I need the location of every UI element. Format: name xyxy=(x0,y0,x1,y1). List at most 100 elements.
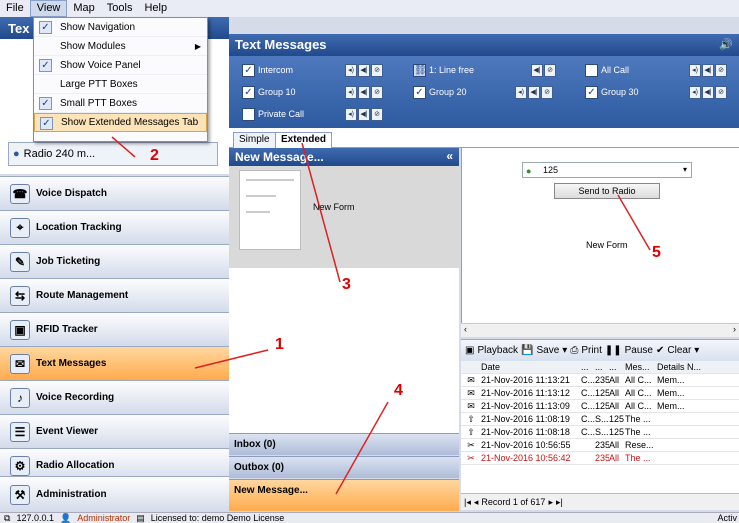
horizontal-scrollbar[interactable]: ‹ › xyxy=(461,323,739,337)
column-header[interactable]: ... xyxy=(595,362,609,372)
nav-administration[interactable]: ⚒ Administration xyxy=(0,476,229,512)
nav-voice-dispatch[interactable]: ☎ Voice Dispatch xyxy=(0,176,229,210)
form-thumbnail[interactable] xyxy=(239,170,301,250)
nav-label: Administration xyxy=(36,489,107,500)
nav-label: RFID Tracker xyxy=(36,324,98,335)
nav-rfid-tracker[interactable]: ▣ RFID Tracker xyxy=(0,312,229,346)
talkgroup-controls[interactable]: ◂) ◀| ⊘ xyxy=(345,108,383,121)
checkbox[interactable]: ✓ xyxy=(242,85,255,99)
tab-simple[interactable]: Simple xyxy=(233,132,276,148)
playback-button[interactable]: Playback xyxy=(477,345,518,356)
table-cell: The ... xyxy=(625,453,651,463)
map-icon: ⌖ xyxy=(10,217,30,238)
talkgroup-controls[interactable]: ◂) ◀| ⊘ xyxy=(689,64,727,77)
nav-text-messages[interactable]: ✉ Text Messages xyxy=(0,346,229,380)
talkgroup-label: Intercom xyxy=(258,65,294,75)
speaker-icon[interactable]: 🔊 xyxy=(719,38,733,51)
checkbox[interactable] xyxy=(585,63,598,77)
pause-button[interactable]: Pause xyxy=(625,345,653,356)
table-cell: Rese... xyxy=(625,440,654,450)
talkgroup-controls[interactable]: ◀| ⊘ xyxy=(531,64,556,77)
message-type-icon: ✉ xyxy=(467,400,475,411)
menu-map[interactable]: Map xyxy=(67,0,100,17)
status-user: Administrator xyxy=(77,513,131,523)
talkgroup-private-call[interactable]: Private Call xyxy=(242,106,304,122)
column-header[interactable]: ... xyxy=(609,362,625,372)
talkgroup-group-30[interactable]: ✓ Group 30 xyxy=(585,84,639,100)
outbox-bar[interactable]: Outbox (0) xyxy=(229,456,459,478)
table-row[interactable]: ⇧ 21-Nov-2016 11:08:18 C... S... 125 The ... xyxy=(461,426,739,439)
menu-show-extended-messages-tab[interactable]: ✓ Show Extended Messages Tab xyxy=(34,113,207,132)
print-button[interactable]: Print xyxy=(581,345,602,356)
table-row[interactable]: ✉ 21-Nov-2016 11:13:21 C... 235 All All C... M… xyxy=(461,374,739,387)
nav-label: Voice Dispatch xyxy=(36,188,107,199)
table-cell: C... xyxy=(581,375,595,385)
status-bar: ⧉ 127.0.0.1 👤 Administrator ▤ Licensed t… xyxy=(0,512,739,523)
table-cell: All xyxy=(609,453,620,463)
menu-show-voice-panel[interactable]: ✓ Show Voice Panel xyxy=(34,56,207,75)
talkgroup-all-call[interactable]: All Call xyxy=(585,62,629,78)
table-cell: All C... xyxy=(625,375,652,385)
menu-show-navigation[interactable]: ✓ Show Navigation xyxy=(34,18,207,37)
table-row[interactable]: ✉ 21-Nov-2016 11:13:12 C... 125 All All C... M… xyxy=(461,387,739,400)
column-header[interactable]: Mes... xyxy=(625,362,657,372)
radio-selector[interactable]: ● Radio 240 m... xyxy=(8,142,218,166)
chevron-down-icon: ▾ xyxy=(562,345,568,356)
talkgroup-group-10[interactable]: ✓ Group 10 xyxy=(242,84,296,100)
table-cell: 235 xyxy=(595,375,609,385)
mute-icon: ◀| xyxy=(702,86,714,99)
menu-large-ptt-boxes[interactable]: Large PTT Boxes xyxy=(34,75,207,94)
link-icon: ⛓ xyxy=(413,63,427,77)
talkgroup-controls[interactable]: ◂) ◀| ⊘ xyxy=(345,64,383,77)
inbox-bar[interactable]: Inbox (0) xyxy=(229,433,459,455)
block-icon: ⊘ xyxy=(715,86,727,99)
table-row[interactable]: ⇧ 21-Nov-2016 11:08:19 C... S... 125 The ... xyxy=(461,413,739,426)
menu-small-ptt-boxes[interactable]: ✓ Small PTT Boxes xyxy=(34,94,207,113)
nav-route-management[interactable]: ⇆ Route Management xyxy=(0,278,229,312)
menu-item-label: Show Modules xyxy=(60,40,126,52)
menu-view[interactable]: View xyxy=(29,0,68,17)
save-button[interactable]: Save xyxy=(536,345,559,356)
first-page-icon[interactable]: |◂ xyxy=(464,497,471,508)
talkgroup-controls[interactable]: ◂) ◀| ⊘ xyxy=(689,86,727,99)
radio-label: Radio 240 m... xyxy=(23,148,96,160)
collapse-icon[interactable]: « xyxy=(446,149,453,163)
prev-page-icon[interactable]: ◂ xyxy=(474,497,479,508)
radio-dropdown[interactable]: ● 125 ▾ xyxy=(522,162,692,178)
last-page-icon[interactable]: ▸| xyxy=(556,497,563,508)
column-header[interactable]: Date xyxy=(481,362,581,372)
nav-voice-recording[interactable]: ♪ Voice Recording xyxy=(0,380,229,414)
table-cell: 125 xyxy=(595,388,609,398)
block-icon: ⊘ xyxy=(544,64,556,77)
table-cell: All xyxy=(609,401,620,411)
nav-event-viewer[interactable]: ☰ Event Viewer xyxy=(0,414,229,448)
talkgroup-controls[interactable]: ◂) ◀| ⊘ xyxy=(345,86,383,99)
checkbox[interactable]: ✓ xyxy=(585,85,598,99)
checkbox[interactable]: ✓ xyxy=(242,63,255,77)
message-type-icon: ✂ xyxy=(467,452,475,463)
talkgroup-line-free[interactable]: ⛓ 1: Line free xyxy=(413,62,474,78)
table-cell: All xyxy=(609,388,620,398)
send-to-radio-button[interactable]: Send to Radio xyxy=(554,183,660,199)
talkgroup-group-20[interactable]: ✓ Group 20 xyxy=(413,84,467,100)
table-row[interactable]: ✉ 21-Nov-2016 11:13:09 C... 125 All All C... M… xyxy=(461,400,739,413)
menu-tools[interactable]: Tools xyxy=(101,0,139,17)
column-header[interactable]: ... xyxy=(581,362,595,372)
nav-job-ticketing[interactable]: ✎ Job Ticketing xyxy=(0,244,229,278)
clear-button[interactable]: Clear xyxy=(667,345,691,356)
menu-show-modules[interactable]: Show Modules ▶ xyxy=(34,37,207,56)
tab-extended[interactable]: Extended xyxy=(275,132,333,148)
column-header[interactable]: N... xyxy=(687,362,705,372)
talkgroup-controls[interactable]: ◂) ◀| ⊘ xyxy=(515,86,553,99)
next-page-icon[interactable]: ▸ xyxy=(548,497,553,508)
nav-location-tracking[interactable]: ⌖ Location Tracking xyxy=(0,210,229,244)
menu-item-label: Small PTT Boxes xyxy=(60,97,138,109)
menu-file[interactable]: File xyxy=(0,0,30,17)
checkbox[interactable]: ✓ xyxy=(413,85,426,99)
menu-help[interactable]: Help xyxy=(138,0,173,17)
table-row[interactable]: ✂ 21-Nov-2016 10:56:42 235 All The ... xyxy=(461,452,739,465)
new-message-bar[interactable]: New Message... xyxy=(229,479,459,511)
table-row[interactable]: ✂ 21-Nov-2016 10:56:55 235 All Rese... xyxy=(461,439,739,452)
column-header[interactable]: Details xyxy=(657,362,687,372)
checkbox[interactable] xyxy=(242,107,255,121)
